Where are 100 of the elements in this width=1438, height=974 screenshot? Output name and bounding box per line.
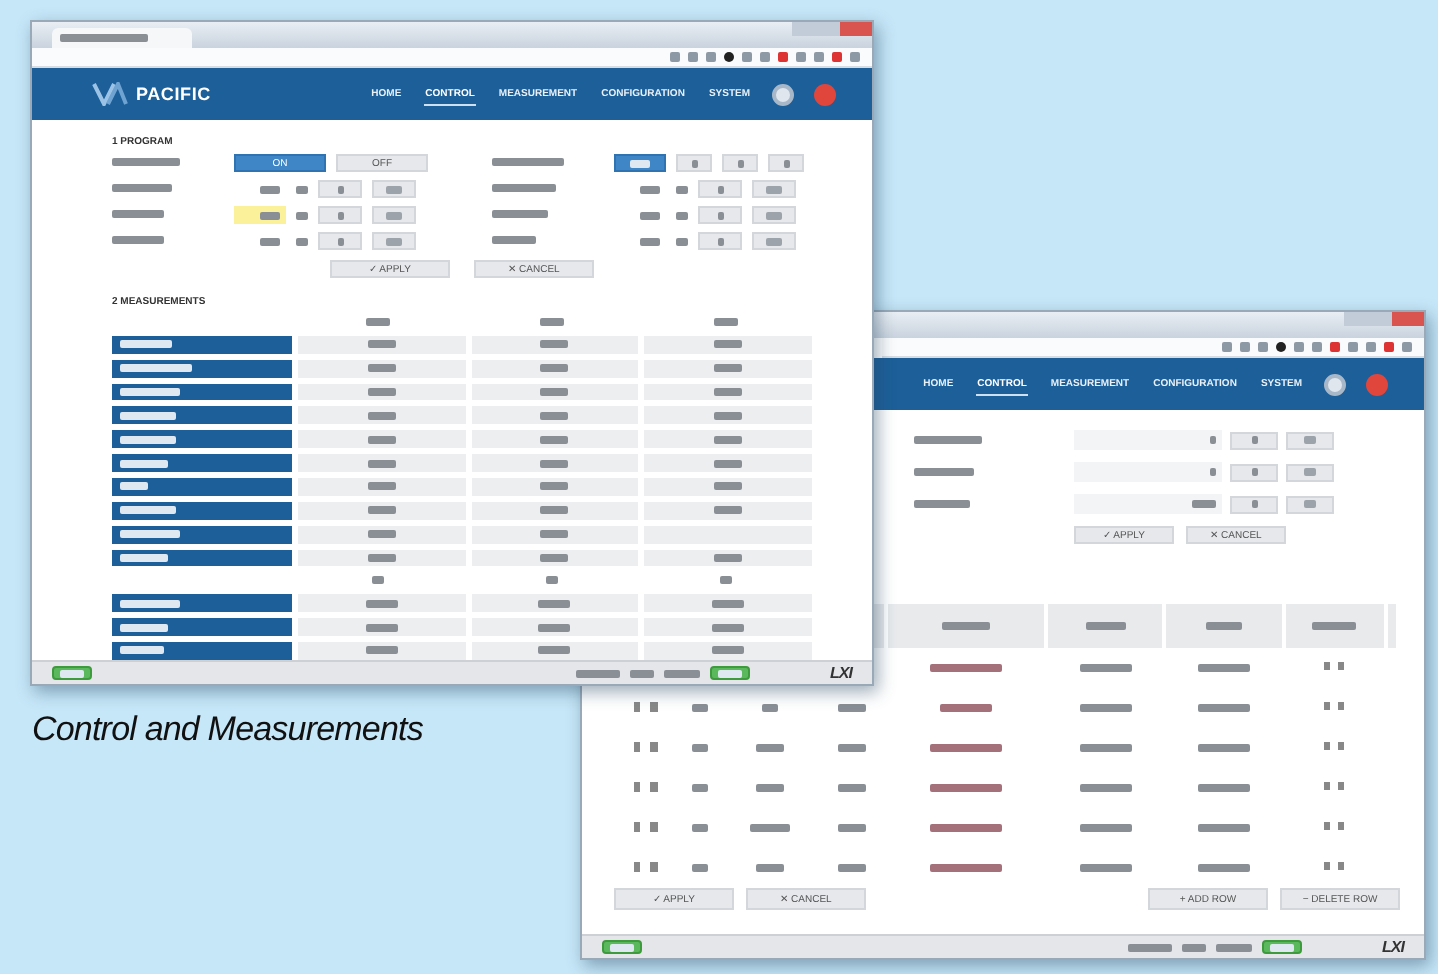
illegible-text <box>712 623 745 632</box>
illegible-text <box>691 703 708 712</box>
illegible-text <box>1304 500 1316 508</box>
illegible-text <box>755 743 784 752</box>
step-button[interactable] <box>372 206 416 224</box>
illegible-text <box>1312 621 1357 630</box>
illegible-text <box>120 554 168 563</box>
illegible-text <box>1079 823 1132 832</box>
step-button[interactable] <box>752 180 796 198</box>
illegible-text <box>1304 436 1316 444</box>
step-button[interactable] <box>698 180 742 198</box>
browser-tab[interactable] <box>52 28 192 48</box>
illegible-text <box>914 499 970 508</box>
illegible-text <box>540 554 569 563</box>
illegible-text <box>837 783 866 792</box>
step-button[interactable] <box>752 206 796 224</box>
illegible-text <box>540 364 569 373</box>
illegible-text <box>717 237 723 245</box>
illegible-text <box>1251 436 1257 444</box>
illegible-text <box>120 388 180 397</box>
illegible-text <box>939 703 992 712</box>
illegible-text <box>492 236 536 245</box>
illegible-text <box>120 340 172 349</box>
illegible-text <box>1197 663 1250 672</box>
value-field[interactable] <box>1074 462 1222 482</box>
illegible-text <box>492 158 564 167</box>
illegible-text <box>837 863 866 872</box>
illegible-text <box>676 237 688 245</box>
illegible-text <box>1182 943 1207 951</box>
option-button[interactable] <box>614 154 666 172</box>
illegible-text <box>120 482 148 491</box>
illegible-text <box>367 554 396 563</box>
illegible-text <box>296 185 308 193</box>
step-button[interactable] <box>318 180 362 198</box>
illegible-text <box>540 459 569 468</box>
illegible-text <box>1205 621 1242 630</box>
illegible-text <box>492 184 556 193</box>
step-button[interactable] <box>372 180 416 198</box>
illegible-text <box>766 211 782 219</box>
illegible-text <box>296 237 308 245</box>
illegible-text <box>712 646 745 655</box>
illegible-text <box>610 943 634 951</box>
step-button[interactable] <box>698 206 742 224</box>
step-button[interactable] <box>752 232 796 250</box>
illegible-text <box>714 482 743 491</box>
step-button[interactable] <box>1230 495 1278 513</box>
step-button[interactable] <box>698 232 742 250</box>
illegible-text <box>540 411 569 420</box>
illegible-text <box>837 823 866 832</box>
step-button[interactable] <box>318 206 362 224</box>
illegible-text <box>372 576 385 585</box>
illegible-text <box>783 159 789 167</box>
illegible-text <box>737 159 743 167</box>
illegible-text <box>719 576 732 585</box>
illegible-text <box>630 669 655 677</box>
illegible-text <box>576 669 621 677</box>
illegible-text <box>714 435 743 444</box>
illegible-text <box>1270 943 1295 951</box>
illegible-text <box>755 863 784 872</box>
step-button[interactable] <box>1230 431 1278 449</box>
illegible-text <box>120 599 180 608</box>
illegible-text <box>540 340 569 349</box>
value-field[interactable] <box>1074 430 1222 450</box>
illegible-text <box>120 459 168 468</box>
illegible-text <box>714 459 743 468</box>
logo-mark-icon <box>92 82 128 106</box>
step-button[interactable] <box>1230 463 1278 481</box>
illegible-text <box>540 482 569 491</box>
illegible-text <box>837 703 866 712</box>
value-field[interactable] <box>234 206 286 224</box>
illegible-text <box>120 530 180 539</box>
illegible-text <box>691 863 708 872</box>
step-button[interactable] <box>318 232 362 250</box>
illegible-text <box>367 459 396 468</box>
illegible-text <box>540 506 569 515</box>
address-bar[interactable] <box>882 338 1424 358</box>
illegible-text <box>296 211 308 219</box>
illegible-text <box>691 159 697 167</box>
illegible-text <box>540 435 569 444</box>
illegible-text <box>367 506 396 515</box>
illegible-text <box>538 646 571 655</box>
step-button[interactable] <box>1286 463 1334 481</box>
illegible-text <box>929 743 1002 752</box>
illegible-text <box>120 435 176 444</box>
step-button[interactable] <box>372 232 416 250</box>
illegible-text <box>386 185 402 193</box>
value-field[interactable] <box>1074 494 1222 514</box>
illegible-text <box>1210 436 1216 444</box>
lxi-logo: LXI <box>830 664 852 682</box>
logo-text: PACIFIC <box>136 84 211 104</box>
step-button[interactable] <box>1286 431 1334 449</box>
illegible-text <box>538 599 571 608</box>
illegible-text <box>691 743 708 752</box>
illegible-text <box>337 211 343 219</box>
illegible-text <box>1216 943 1253 951</box>
step-button[interactable] <box>1286 495 1334 513</box>
illegible-text <box>367 388 396 397</box>
illegible-text <box>386 237 402 245</box>
illegible-text <box>717 211 723 219</box>
illegible-text <box>1251 500 1257 508</box>
